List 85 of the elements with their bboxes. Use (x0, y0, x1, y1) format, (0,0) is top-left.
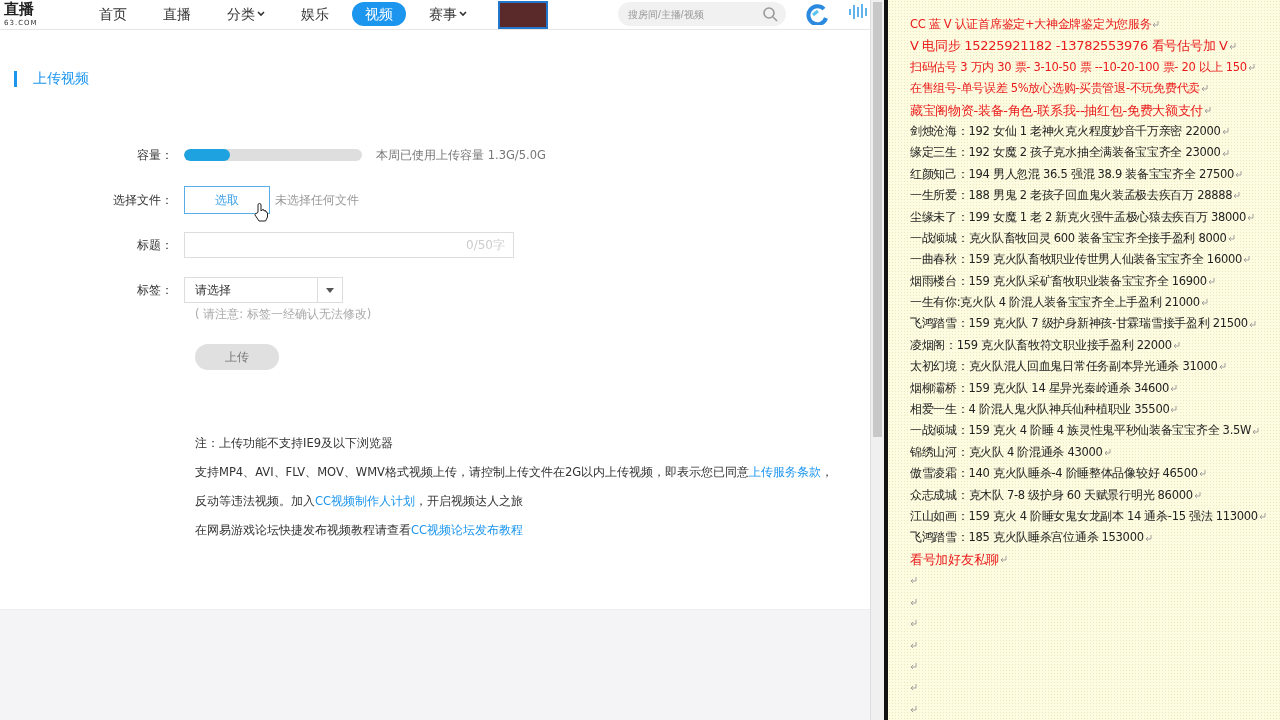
nav-tab[interactable]: 直播 (150, 2, 204, 26)
document-line: 相爱一生：4 阶混人鬼火队神兵仙种植职业 35500 (910, 401, 1170, 419)
document-line: 烟柳灞桥：159 克火队 14 星异光秦岭通杀 34600 (910, 379, 1170, 397)
return-mark-icon (1198, 470, 1206, 478)
return-mark-icon (1248, 320, 1256, 328)
return-mark-icon (1227, 235, 1235, 243)
document-line: 众志成城：克木队 7-8 级护身 60 天赋景行明光 86000 (910, 486, 1193, 504)
return-mark-icon (1228, 42, 1236, 50)
document-line: 飞鸿踏雪：159 克火队 7 级护身新神孩-甘霖瑞雪接手盈利 21500 (910, 315, 1248, 333)
document-line: 烟雨楼台：159 克火队采矿畜牧职业装备宝宝齐全 16900 (910, 272, 1207, 290)
nav-tab[interactable]: 赛事 (416, 2, 480, 26)
return-mark-icon (1235, 170, 1242, 178)
return-mark-icon (1258, 513, 1266, 521)
return-mark-icon (1172, 342, 1180, 350)
return-mark-icon (1221, 149, 1229, 157)
return-mark-icon (1200, 299, 1208, 307)
return-mark-icon (1221, 128, 1229, 136)
return-mark-icon (1204, 106, 1212, 114)
document-line: 傲雪凌霜：140 克火队睡杀-4 阶睡整体品像较好 46500 (910, 465, 1198, 483)
document-line: 扫码估号 3 万内 30 票- 3-10-50 票 --10-20-100 票- 20 以上 150 (910, 58, 1247, 76)
scrollbar[interactable] (870, 0, 884, 720)
document-line: V 电同步 15225921182 -13782553976 看号估号加 V (910, 37, 1228, 56)
field-label: 标题： (136, 236, 174, 254)
return-mark-icon (1233, 192, 1241, 200)
field-label: 标签： (136, 281, 174, 299)
return-mark-icon (1207, 277, 1215, 285)
return-mark-icon (910, 705, 917, 713)
return-mark-icon (1252, 427, 1260, 435)
document-line: 一战倾城：克火队畜牧回灵 600 装备宝宝齐全接手盈利 8000 (910, 229, 1227, 247)
note-text: 注：上传功能不支持IE9及以下浏览器 (195, 435, 394, 452)
return-mark-icon (910, 598, 917, 606)
return-mark-icon (1242, 256, 1250, 264)
note-text: 支持MP4、AVI、FLV、MOV、WMV格式视频上传，请控制上传文件在2G以内上传视频，即表示您已同意上传服务条款， (195, 464, 835, 481)
return-mark-icon (1170, 406, 1178, 414)
field-label: 容量： (136, 146, 174, 164)
document-line: 一生有你:克火队 4 阶混人装备宝宝齐全上手盈利 21000 (910, 294, 1200, 312)
return-mark-icon (1247, 63, 1255, 71)
document-line: 藏宝阁物资-装备-角色-联系我--抽红包-免费大额支付 (910, 101, 1204, 120)
document-line: 一战倾城：159 克火 4 阶睡 4 族灵性鬼平秒仙装备宝宝齐全 3.5W (910, 422, 1252, 440)
return-mark-icon (910, 662, 917, 670)
return-mark-icon (910, 641, 917, 649)
return-mark-icon (1152, 21, 1160, 29)
document-line: 江山如画：159 克火 4 阶睡女鬼女龙副本 14 通杀-15 强法 113000 (910, 508, 1258, 525)
document-line: 尘缘未了：199 女魔 1 老 2 新克火强牛孟极心猿去疾百万 38000 (910, 208, 1246, 226)
document-line: 在售组号-单号误差 5%放心选购-买贵管退-不玩免费代卖 (910, 80, 1200, 98)
return-mark-icon (1193, 491, 1201, 499)
hand-pointer-icon (254, 202, 268, 222)
search-icon (762, 6, 778, 22)
caret-icon (326, 287, 334, 293)
field-label: 选择文件： (112, 191, 174, 209)
note-text: 在网易游戏论坛快捷发布视频教程请查看CC视频论坛发布教程 (195, 522, 525, 539)
return-mark-icon (1218, 363, 1226, 371)
return-mark-icon (1200, 85, 1208, 93)
document-line: 红颜知己：194 男人忽混 36.5 强混 38.9 装备宝宝齐全 27500 (910, 165, 1234, 183)
return-mark-icon (1247, 213, 1254, 221)
document-line: 看号加好友私聊 (910, 550, 999, 569)
section-title: 上传视频 (33, 70, 89, 88)
nav-tab[interactable]: 分类 (214, 2, 278, 26)
document-line: 凌烟阁：159 克火队畜牧符文职业接手盈利 22000 (910, 336, 1172, 354)
return-mark-icon (910, 684, 917, 692)
file-status: 未选择任何文件 (275, 191, 359, 209)
search-field[interactable]: 搜房间/主播/视频 (618, 2, 786, 26)
document-line: 一生所爱：188 男鬼 2 老孩子回血鬼火装孟极去疾百万 28888 (910, 187, 1233, 205)
capacity-reading: 本周已使用上传容量 1.3G/5.0G (376, 147, 546, 163)
document-line: 缘定三生：192 女魔 2 孩子克水抽全满装备宝宝齐全 23000 (910, 144, 1221, 162)
tag-dropdown[interactable]: 请选择 (184, 277, 343, 303)
return-mark-icon (910, 620, 917, 628)
document-line: CC 蓝 V 认证首席鉴定+大神金牌鉴定为您服务 (910, 16, 1152, 33)
document-line: 太初幻境：克火队混人回血鬼日常任务副本异光通杀 31000 (910, 358, 1218, 376)
note-text: 反动等违法视频。加入CC视频制作人计划，开启视频达人之旅 (195, 493, 525, 510)
document-line: 锦绣山河：克火队 4 阶混通杀 43000 (910, 443, 1103, 461)
document-line: 飞鸿踏雪：185 克火队睡杀宫位通杀 153000 (910, 529, 1144, 547)
swirl-icon (804, 3, 830, 25)
return-mark-icon (1144, 534, 1152, 542)
nav-tab[interactable]: 首页 (86, 2, 140, 26)
return-mark-icon (910, 577, 917, 585)
tag-hint: ( 请注意: 标签一经确认无法修改) (195, 307, 373, 322)
return-mark-icon (1103, 449, 1111, 456)
return-mark-icon (1170, 384, 1178, 392)
audio-bars-icon (848, 3, 868, 19)
stream-thumbnail[interactable] (498, 1, 548, 29)
return-mark-icon (999, 555, 1007, 563)
document-line: 一曲春秋：159 克火队畜牧职业传世男人仙装备宝宝齐全 16000 (910, 251, 1242, 269)
nav-tab[interactable]: 娱乐 (288, 2, 342, 26)
document-line: 剑烛沧海：192 女仙 1 老神火克火程度妙音千万亲密 22000 (910, 122, 1221, 140)
